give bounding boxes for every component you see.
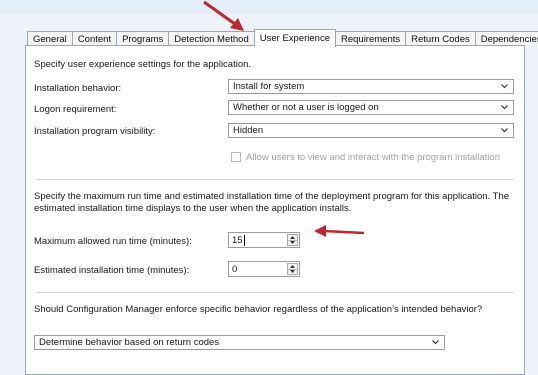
tab-general[interactable]: General — [27, 31, 73, 46]
enforce-question: Should Configuration Manager enforce spe… — [34, 304, 483, 315]
max-runtime-label: Maximum allowed run time (minutes): — [34, 236, 192, 247]
tab-dependencies[interactable]: Dependencies — [474, 31, 538, 46]
allow-interact-label: Allow users to view and interact with th… — [246, 152, 500, 163]
max-runtime-value: 15 — [232, 235, 243, 246]
logon-requirement-select[interactable]: Whether or not a user is logged on — [228, 100, 514, 115]
allow-interact-checkbox[interactable] — [231, 152, 241, 162]
chevron-down-icon — [432, 340, 439, 345]
chevron-down-icon — [501, 84, 508, 89]
enforce-behavior-value: Determine behavior based on return codes — [39, 337, 220, 348]
chevron-down-icon — [501, 105, 508, 110]
tab-return-codes[interactable]: Return Codes — [405, 31, 476, 46]
tab-requirements[interactable]: Requirements — [334, 31, 407, 46]
chevron-down-icon — [501, 128, 508, 133]
runtime-description: Specify the maximum run time and estimat… — [34, 191, 510, 214]
spin-up-down-icon[interactable] — [287, 234, 298, 246]
estimated-time-spinner[interactable]: 0 — [228, 261, 300, 277]
separator — [36, 292, 514, 293]
installation-behavior-label: Installation behavior: — [34, 83, 122, 94]
text-caret — [244, 235, 245, 246]
red-arrow — [314, 225, 365, 237]
tab-strip: General Content Programs Detection Metho… — [27, 29, 538, 47]
visibility-value: Hidden — [233, 125, 264, 136]
logon-requirement-label: Logon requirement: — [34, 104, 117, 115]
tab-user-experience[interactable]: User Experience — [253, 29, 336, 47]
max-runtime-spinner[interactable]: 15 — [228, 232, 300, 248]
visibility-select[interactable]: Hidden — [228, 123, 514, 138]
logon-requirement-value: Whether or not a user is logged on — [233, 102, 379, 113]
installation-behavior-select[interactable]: Install for system — [228, 79, 514, 94]
window-top-strip — [0, 0, 538, 14]
estimated-time-value: 0 — [232, 264, 238, 275]
enforce-behavior-select[interactable]: Determine behavior based on return codes — [34, 335, 445, 350]
red-arrow — [203, 0, 244, 31]
tab-content[interactable]: Content — [71, 31, 118, 46]
visibility-label: Installation program visibility: — [34, 126, 156, 137]
intro-text: Specify user experience settings for the… — [34, 59, 252, 70]
user-experience-panel: Specify user experience settings for the… — [25, 45, 525, 375]
estimated-time-label: Estimated installation time (minutes): — [34, 265, 190, 276]
spin-up-down-icon[interactable] — [287, 263, 298, 275]
tab-programs[interactable]: Programs — [116, 31, 170, 46]
separator — [36, 179, 514, 180]
installation-behavior-value: Install for system — [233, 81, 305, 92]
